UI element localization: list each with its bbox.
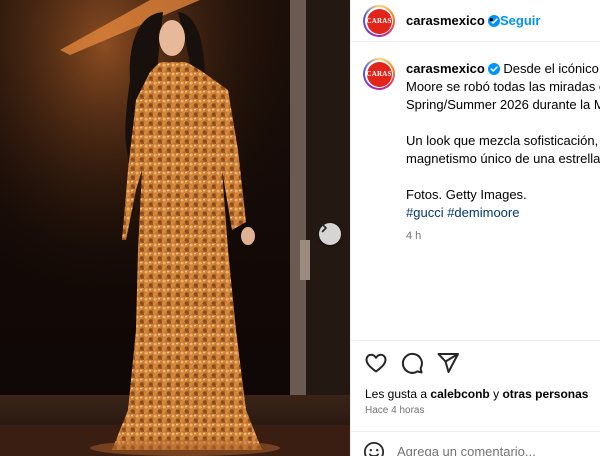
caption-username[interactable]: carasmexico [406,61,485,76]
likes-conjunction: y [493,387,500,401]
avatar[interactable]: CARAS [363,5,395,37]
caption-hashtags: #gucci #demimoore [406,204,600,222]
caption-text-line-2: Moore se robó todas las miradas en e [406,79,600,94]
avatar-logo: CARAS [366,8,392,34]
post-date[interactable]: Hace 4 horas [365,405,424,416]
post-side-panel: CARAS carasmexico • Seguir CARAS carasme… [350,0,600,456]
likes-prefix: Les gusta a [365,387,428,401]
caption-text-line-4: Un look que mezcla sofisticación, des [406,133,600,148]
header-username[interactable]: carasmexico [406,13,500,28]
caption-timestamp[interactable]: 4 h [406,227,600,245]
photo-illustration [0,0,350,456]
caption-avatar-logo: CARAS [366,61,392,87]
paper-plane-icon[interactable] [436,351,460,375]
likes-user[interactable]: calebconb [430,387,489,401]
comment-divider [351,431,600,432]
caption-avatar[interactable]: CARAS [363,58,395,90]
actions-divider [351,340,600,341]
verified-badge-icon [487,63,500,75]
heart-icon[interactable] [364,351,388,375]
header-separator: • [489,12,494,27]
smiley-icon[interactable] [363,441,385,456]
caption-text-line-3: Spring/Summer 2026 durante la Mila [406,97,600,112]
likes-others[interactable]: otras personas [502,387,588,401]
follow-button[interactable]: Seguir [500,13,540,28]
hashtag-gucci[interactable]: #gucci [406,205,444,220]
post-caption: carasmexico Desde el icónico Palaz Moore… [406,60,600,245]
caption-credit: Fotos. Getty Images. [406,187,527,202]
comment-bar [363,441,599,456]
caption-text-line-1: Desde el icónico Palaz [503,61,600,76]
comment-bubble-icon[interactable] [400,351,424,375]
chevron-right-icon [321,223,327,233]
post-actions [364,351,460,375]
post-photo[interactable] [0,0,350,456]
instagram-post-modal: CARAS carasmexico • Seguir CARAS carasme… [0,0,600,456]
hashtag-demimoore[interactable]: #demimoore [447,205,519,220]
header-username-label: carasmexico [406,13,485,28]
comment-input[interactable] [397,444,597,456]
likes-summary: Les gusta a calebconb y otras personas [365,387,588,401]
next-photo-button[interactable] [319,223,341,245]
post-header: CARAS carasmexico • Seguir [351,0,600,42]
caption-text-line-5: magnetismo único de una estrella en [406,151,600,166]
